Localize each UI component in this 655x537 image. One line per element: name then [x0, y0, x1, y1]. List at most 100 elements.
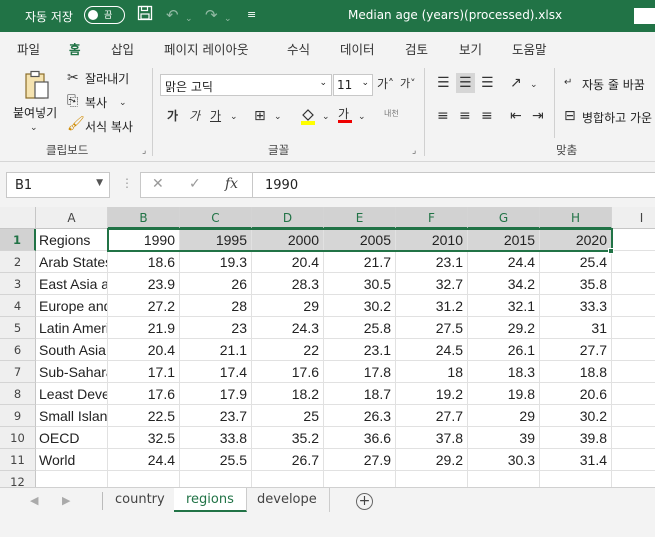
redo-icon[interactable]: ↷ [205, 5, 218, 25]
wrap-text-button[interactable]: 자동 줄 바꿈 [582, 76, 645, 93]
row-header-7[interactable]: 7 [0, 361, 36, 383]
copy-button[interactable]: 복사 [85, 94, 107, 111]
empty-cell[interactable] [252, 471, 324, 487]
data-cell[interactable]: 25.4 [540, 251, 612, 273]
paste-dropdown-icon[interactable]: ⌄ [30, 120, 38, 136]
clipboard-launcher-icon[interactable]: ⌟ [142, 146, 146, 156]
font-size-select[interactable]: 11 ⌄ [333, 74, 373, 96]
data-cell[interactable]: 27.5 [396, 317, 468, 339]
name-box[interactable]: B1 ▼ [6, 172, 110, 198]
header-cell[interactable]: 2010 [396, 229, 468, 251]
undo-dropdown-icon[interactable]: ⌄ [185, 9, 193, 29]
scroll-sheets-right-icon[interactable]: ▶ [62, 494, 70, 507]
header-cell[interactable]: 1990 [108, 229, 180, 251]
data-cell[interactable]: 32.1 [468, 295, 540, 317]
data-cell[interactable]: 17.1 [108, 361, 180, 383]
font-color-dropdown-icon[interactable]: ⌄ [358, 109, 366, 125]
save-icon[interactable] [137, 5, 153, 26]
data-cell[interactable]: South Asia [36, 339, 108, 361]
bold-icon[interactable]: 가 [167, 108, 178, 124]
align-center-icon[interactable]: ≡ [459, 108, 471, 124]
data-cell[interactable]: 29 [468, 405, 540, 427]
tab-page-layout[interactable]: 페이지 레이아웃 [164, 39, 248, 58]
data-cell[interactable]: 20.6 [540, 383, 612, 405]
data-cell[interactable]: 36.6 [324, 427, 396, 449]
data-cell[interactable]: 29.2 [396, 449, 468, 471]
data-cell[interactable]: 31.4 [540, 449, 612, 471]
font-launcher-icon[interactable]: ⌟ [412, 146, 416, 156]
italic-icon[interactable]: 가 [189, 108, 200, 124]
data-cell[interactable]: 26.3 [324, 405, 396, 427]
data-cell[interactable]: 28 [180, 295, 252, 317]
data-cell[interactable]: 24.5 [396, 339, 468, 361]
data-cell[interactable]: 19.3 [180, 251, 252, 273]
empty-cell[interactable] [108, 471, 180, 487]
row-header-3[interactable]: 3 [0, 273, 36, 295]
select-all-corner[interactable] [0, 207, 36, 229]
font-name-select[interactable]: 맑은 고딕 ⌄ [160, 74, 332, 96]
data-cell[interactable]: 17.6 [252, 361, 324, 383]
data-cell[interactable]: Sub-Saharan Africa [36, 361, 108, 383]
column-header-c[interactable]: C [180, 207, 252, 229]
empty-cell[interactable] [468, 471, 540, 487]
align-top-icon[interactable]: ☰ [437, 75, 450, 91]
data-cell[interactable]: 17.6 [108, 383, 180, 405]
enter-icon[interactable]: ✓ [189, 176, 201, 192]
align-bottom-icon[interactable]: ☰ [481, 75, 494, 91]
row-header-6[interactable]: 6 [0, 339, 36, 361]
header-cell[interactable]: Regions [36, 229, 108, 251]
orientation-icon[interactable]: ↗ [510, 75, 522, 91]
underline-dropdown-icon[interactable]: ⌄ [230, 109, 238, 125]
redo-dropdown-icon[interactable]: ⌄ [224, 9, 232, 29]
header-cell[interactable]: 2020 [540, 229, 612, 251]
data-cell[interactable]: 24.3 [252, 317, 324, 339]
data-cell[interactable]: 19.8 [468, 383, 540, 405]
data-cell[interactable]: 18.3 [468, 361, 540, 383]
header-cell[interactable]: 2005 [324, 229, 396, 251]
tab-home[interactable]: 홈 [67, 39, 82, 64]
data-cell[interactable]: 20.4 [252, 251, 324, 273]
header-cell[interactable]: 2000 [252, 229, 324, 251]
empty-cell[interactable] [36, 471, 108, 487]
data-cell[interactable]: 29 [252, 295, 324, 317]
align-middle-icon[interactable]: ☰ [456, 73, 475, 93]
data-cell[interactable]: 18.8 [540, 361, 612, 383]
merge-center-button[interactable]: 병합하고 가운 [582, 109, 652, 126]
data-cell[interactable] [612, 251, 655, 273]
merge-center-icon[interactable]: ⊟ [564, 108, 576, 124]
header-cell[interactable]: 1995 [180, 229, 252, 251]
data-cell[interactable]: 23.1 [324, 339, 396, 361]
cut-button[interactable]: 잘라내기 [85, 70, 129, 87]
tab-file[interactable]: 파일 [17, 39, 40, 58]
formula-input[interactable]: 1990 [252, 172, 655, 198]
data-cell[interactable]: 18.6 [108, 251, 180, 273]
data-cell[interactable]: 26 [180, 273, 252, 295]
data-cell[interactable]: 27.7 [396, 405, 468, 427]
formula-bar-options-icon[interactable]: ⋮ [121, 176, 133, 190]
data-cell[interactable]: 24.4 [468, 251, 540, 273]
data-cell[interactable]: 30.5 [324, 273, 396, 295]
data-cell[interactable] [612, 295, 655, 317]
sheet-tab-country[interactable]: country [103, 488, 178, 512]
tab-insert[interactable]: 삽입 [111, 39, 134, 58]
data-cell[interactable]: 35.8 [540, 273, 612, 295]
data-cell[interactable]: 20.4 [108, 339, 180, 361]
header-cell[interactable]: 2015 [468, 229, 540, 251]
data-cell[interactable]: 23.1 [396, 251, 468, 273]
row-header-12[interactable]: 12 [0, 471, 36, 487]
column-header-f[interactable]: F [396, 207, 468, 229]
orientation-dropdown-icon[interactable]: ⌄ [530, 77, 538, 93]
underline-icon[interactable]: 가 [210, 108, 221, 124]
autosave-toggle[interactable]: 끔 [84, 6, 125, 24]
data-cell[interactable]: 18 [396, 361, 468, 383]
sheet-tab-regions[interactable]: regions [174, 488, 247, 512]
empty-cell[interactable] [396, 471, 468, 487]
data-cell[interactable]: 17.9 [180, 383, 252, 405]
row-header-10[interactable]: 10 [0, 427, 36, 449]
data-cell[interactable]: 28.3 [252, 273, 324, 295]
increase-font-size-icon[interactable]: 가˄ [377, 76, 394, 92]
insert-function-icon[interactable]: fx [225, 176, 238, 192]
fill-handle[interactable] [608, 248, 614, 254]
customize-quick-access-icon[interactable]: ≡ [247, 5, 256, 25]
data-cell[interactable]: 34.2 [468, 273, 540, 295]
